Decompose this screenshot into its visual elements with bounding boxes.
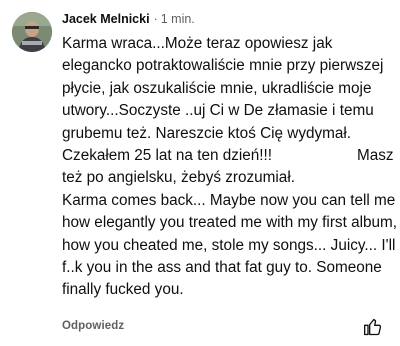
reply-button[interactable]: Odpowiedz <box>62 320 124 332</box>
comment-time[interactable]: 1 min. <box>161 12 195 26</box>
thumb-up-icon <box>364 318 382 336</box>
comment: Jacek Melnicki · 1 min. Karma wraca...Może… <box>0 0 400 346</box>
comment-header: Jacek Melnicki · 1 min. <box>62 11 195 27</box>
author-name[interactable]: Jacek Melnicki <box>62 12 150 26</box>
comment-text-polish: Karma wraca...Może teraz opowiesz jak el… <box>62 35 398 187</box>
avatar-photo-icon <box>12 12 52 52</box>
avatar[interactable] <box>12 12 52 52</box>
like-button[interactable] <box>363 317 383 337</box>
header-separator: · <box>153 12 158 26</box>
comment-text-english: Karma comes back... Maybe now you can te… <box>62 191 397 299</box>
comment-body: Karma wraca...Może teraz opowiesz jak el… <box>62 33 398 302</box>
